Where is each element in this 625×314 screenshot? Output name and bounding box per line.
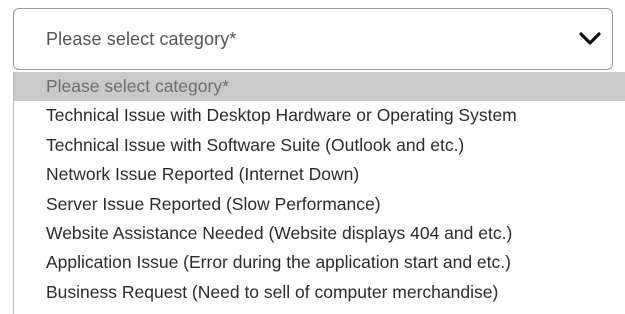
dropdown-option-business-request[interactable]: Business Request (Need to sell of comput…	[14, 278, 625, 307]
dropdown-option-software-suite[interactable]: Technical Issue with Software Suite (Out…	[14, 131, 625, 160]
category-select-screen: Please select category* Please select ca…	[0, 0, 625, 314]
dropdown-option-server-issue[interactable]: Server Issue Reported (Slow Performance)	[14, 190, 625, 219]
dropdown-option-desktop-hardware[interactable]: Technical Issue with Desktop Hardware or…	[14, 101, 625, 130]
dropdown-option-application-issue[interactable]: Application Issue (Error during the appl…	[14, 248, 625, 277]
category-dropdown-list: Please select category* Technical Issue …	[13, 72, 625, 314]
select-current-value: Please select category*	[46, 28, 237, 49]
category-select[interactable]: Please select category*	[13, 8, 613, 70]
dropdown-option-website-assistance[interactable]: Website Assistance Needed (Website displ…	[14, 219, 625, 248]
dropdown-option-network-issue[interactable]: Network Issue Reported (Internet Down)	[14, 160, 625, 189]
dropdown-option-placeholder[interactable]: Please select category*	[14, 72, 625, 102]
chevron-down-icon[interactable]	[578, 27, 602, 51]
